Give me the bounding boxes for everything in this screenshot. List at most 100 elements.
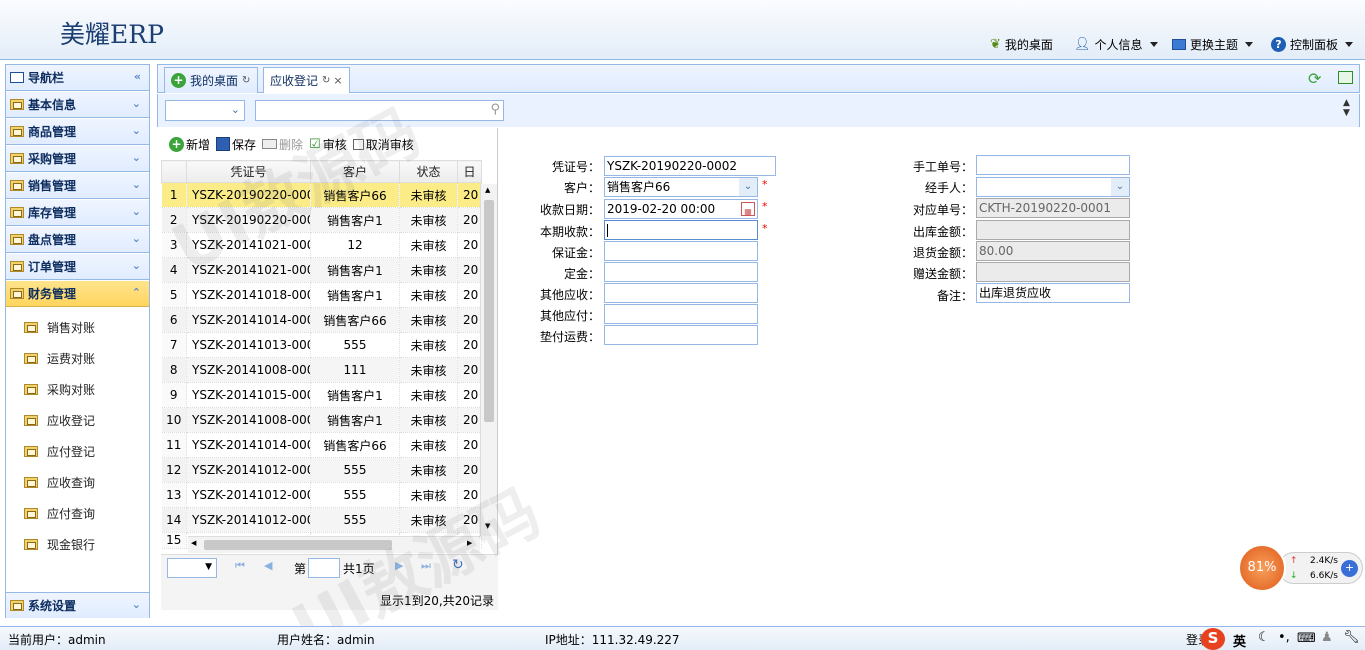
sidebar-item-freight-reconcile[interactable]: 运费对账 (24, 350, 95, 367)
sidebar-group-stocktake[interactable]: 盘点管理 ⌄ (6, 227, 149, 253)
advance-freight-input[interactable] (604, 325, 758, 345)
audit-button[interactable]: ☑ 审核 (309, 136, 347, 153)
refresh-tab-icon[interactable]: ↻ (322, 75, 330, 86)
sidebar-item-sales-reconcile[interactable]: 销售对账 (24, 319, 95, 336)
sidebar-group-orders[interactable]: 订单管理 ⌄ (6, 254, 149, 280)
table-row[interactable]: 7 YSZK-20141013-0002 555 未审核 20 (161, 332, 482, 358)
current-receipt-input[interactable] (604, 220, 758, 240)
close-tab-icon[interactable]: × (333, 74, 342, 87)
table-row[interactable]: 11 YSZK-20141014-0001 销售客户66 未审核 20 (161, 432, 482, 458)
expand-icon: ⌄ (131, 259, 141, 272)
collapse-sidebar-icon[interactable]: « (134, 71, 141, 82)
scroll-arrows-icon[interactable]: ▲ ▼ (1343, 98, 1350, 118)
table-row[interactable]: 12 YSZK-20141012-0008 555 未审核 20 (161, 457, 482, 483)
maximize-icon[interactable] (1338, 71, 1353, 84)
scroll-left-icon[interactable]: ◀ (191, 539, 196, 547)
boost-icon[interactable]: + (1341, 560, 1358, 577)
sogou-ime-icon[interactable]: S (1201, 628, 1225, 650)
scroll-right-icon[interactable]: ▶ (467, 539, 472, 547)
sidebar-group-inventory[interactable]: 库存管理 ⌄ (6, 200, 149, 226)
refresh-icon[interactable]: ↻ (452, 557, 464, 573)
horizontal-scrollbar[interactable]: ◀ ▶ (188, 536, 480, 553)
deposit-input[interactable] (604, 241, 758, 261)
table-row[interactable]: 2 YSZK-20190220-0001 销售客户1 未审核 20 (161, 207, 482, 233)
scroll-thumb[interactable] (484, 200, 494, 422)
search-input[interactable]: ⚲ (255, 100, 504, 121)
unaudit-button[interactable]: 取消审核 (352, 136, 414, 153)
other-payable-input[interactable] (604, 304, 758, 324)
user-name-text: 用户姓名：admin (277, 633, 375, 647)
expand-icon: ⌄ (131, 232, 141, 245)
voucher-no-field[interactable]: YSZK-20190220-0002 (604, 156, 776, 176)
punctuation-icon[interactable]: •, (1278, 630, 1290, 645)
search-toolbar: ⌄ ⚲ ▲ ▼ (157, 94, 1360, 127)
gift-amount-field (976, 262, 1130, 282)
table-row[interactable]: 14 YSZK-20141012-0006 555 未审核 20 (161, 507, 482, 533)
column-header-date[interactable]: 日 (457, 160, 482, 183)
sidebar-item-receivable-register[interactable]: 应收登记 (24, 412, 95, 429)
sidebar-group-basic-info[interactable]: 基本信息 ⌄ (6, 92, 149, 118)
sidebar-group-system-settings[interactable]: 系统设置 ⌄ (6, 592, 149, 618)
table-row[interactable]: 6 YSZK-20141014-0002 销售客户66 未审核 20 (161, 307, 482, 333)
receive-date-field[interactable]: 2019-02-20 00:00 ▦ (604, 199, 758, 219)
sidebar-group-sales[interactable]: 销售管理 ⌄ (6, 173, 149, 199)
menu-my-desktop[interactable]: ❦ 我的桌面 (990, 36, 1053, 52)
page-size-select[interactable]: ▼ (167, 558, 217, 578)
search-field-select[interactable]: ⌄ (165, 100, 245, 121)
wrench-icon[interactable]: 🔧︎ (1343, 630, 1360, 645)
moon-icon[interactable]: ☾ (1258, 630, 1270, 645)
refresh-icon[interactable]: ⟳ (1308, 69, 1321, 88)
manual-no-input[interactable] (976, 155, 1130, 175)
search-icon[interactable]: ⚲ (490, 102, 500, 117)
tab-receivable-register[interactable]: 应收登记 ↻ × (263, 67, 350, 93)
chevron-down-icon: ⌄ (230, 103, 240, 116)
prev-page-icon[interactable]: ◀ (264, 559, 272, 572)
tab-my-desktop[interactable]: + 我的桌面 ↻ (164, 67, 258, 93)
sidebar-item-purchase-reconcile[interactable]: 采购对账 (24, 381, 95, 398)
scroll-down-icon[interactable]: ▼ (485, 522, 490, 530)
table-row[interactable]: 1 YSZK-20190220-0002 销售客户66 未审核 20 (161, 182, 482, 208)
table-row[interactable]: 5 YSZK-20141018-0001 销售客户1 未审核 20 (161, 282, 482, 308)
ime-mode-text[interactable]: 英 (1233, 631, 1246, 650)
menu-control-panel[interactable]: ? 控制面板 (1271, 36, 1354, 52)
network-speed-widget[interactable]: 81% ↑ 2.4K/s ↓ 6.6K/s + (1238, 544, 1365, 592)
next-page-icon[interactable]: ▶ (395, 559, 403, 572)
other-receivable-input[interactable] (604, 283, 758, 303)
column-header-status[interactable]: 状态 (399, 160, 458, 183)
scroll-up-icon[interactable]: ▲ (485, 186, 490, 194)
refresh-tab-icon[interactable]: ↻ (242, 75, 250, 86)
sidebar-item-receivable-query[interactable]: 应收查询 (24, 474, 95, 491)
remark-input[interactable]: 出库退货应收 (976, 283, 1130, 303)
column-header-customer[interactable]: 客户 (310, 160, 400, 183)
keyboard-icon[interactable]: ⌨ (1297, 631, 1316, 646)
table-row[interactable]: 9 YSZK-20141015-0001 销售客户1 未审核 20 (161, 382, 482, 408)
table-row[interactable]: 13 YSZK-20141012-0007 555 未审核 20 (161, 482, 482, 508)
menu-personal-info[interactable]: 👤︎ 个人信息 (1074, 36, 1158, 52)
calendar-icon[interactable]: ▦ (741, 202, 755, 216)
add-button[interactable]: + 新增 (169, 136, 210, 153)
vertical-scrollbar[interactable]: ▲ ▼ (480, 184, 497, 536)
last-page-icon[interactable]: ⏭ (421, 559, 431, 573)
page-number-input[interactable] (308, 558, 340, 578)
sidebar-item-payable-query[interactable]: 应付查询 (24, 505, 95, 522)
sidebar-group-goods[interactable]: 商品管理 ⌄ (6, 119, 149, 145)
delete-button[interactable]: 删除 (262, 136, 303, 153)
sidebar-item-payable-register[interactable]: 应付登记 (24, 443, 95, 460)
menu-change-theme[interactable]: 更换主题 (1172, 36, 1254, 52)
table-row[interactable]: 8 YSZK-20141008-0002 111 未审核 20 (161, 357, 482, 383)
scroll-thumb[interactable] (204, 540, 392, 550)
customer-select[interactable]: 销售客户66 ⌄ (604, 177, 758, 197)
table-row[interactable]: 3 YSZK-20141021-0002 12 未审核 20 (161, 232, 482, 258)
column-header-code[interactable]: 凭证号 (186, 160, 311, 183)
sidebar-group-purchase[interactable]: 采购管理 ⌄ (6, 146, 149, 172)
person-icon[interactable]: ♟ (1321, 630, 1333, 645)
first-page-icon[interactable]: ⏮ (235, 559, 245, 573)
sidebar-group-finance[interactable]: 财务管理 ⌃ (6, 281, 149, 307)
arrow-up-icon: ↑ (1290, 556, 1298, 566)
table-row[interactable]: 4 YSZK-20141021-0001 销售客户1 未审核 20 (161, 257, 482, 283)
handler-select[interactable]: ⌄ (976, 177, 1130, 197)
table-row[interactable]: 10 YSZK-20141008-0001 销售客户1 未审核 20 (161, 407, 482, 433)
save-button[interactable]: 保存 (216, 136, 256, 153)
down-payment-input[interactable] (604, 262, 758, 282)
sidebar-item-cash-bank[interactable]: 现金银行 (24, 536, 95, 553)
